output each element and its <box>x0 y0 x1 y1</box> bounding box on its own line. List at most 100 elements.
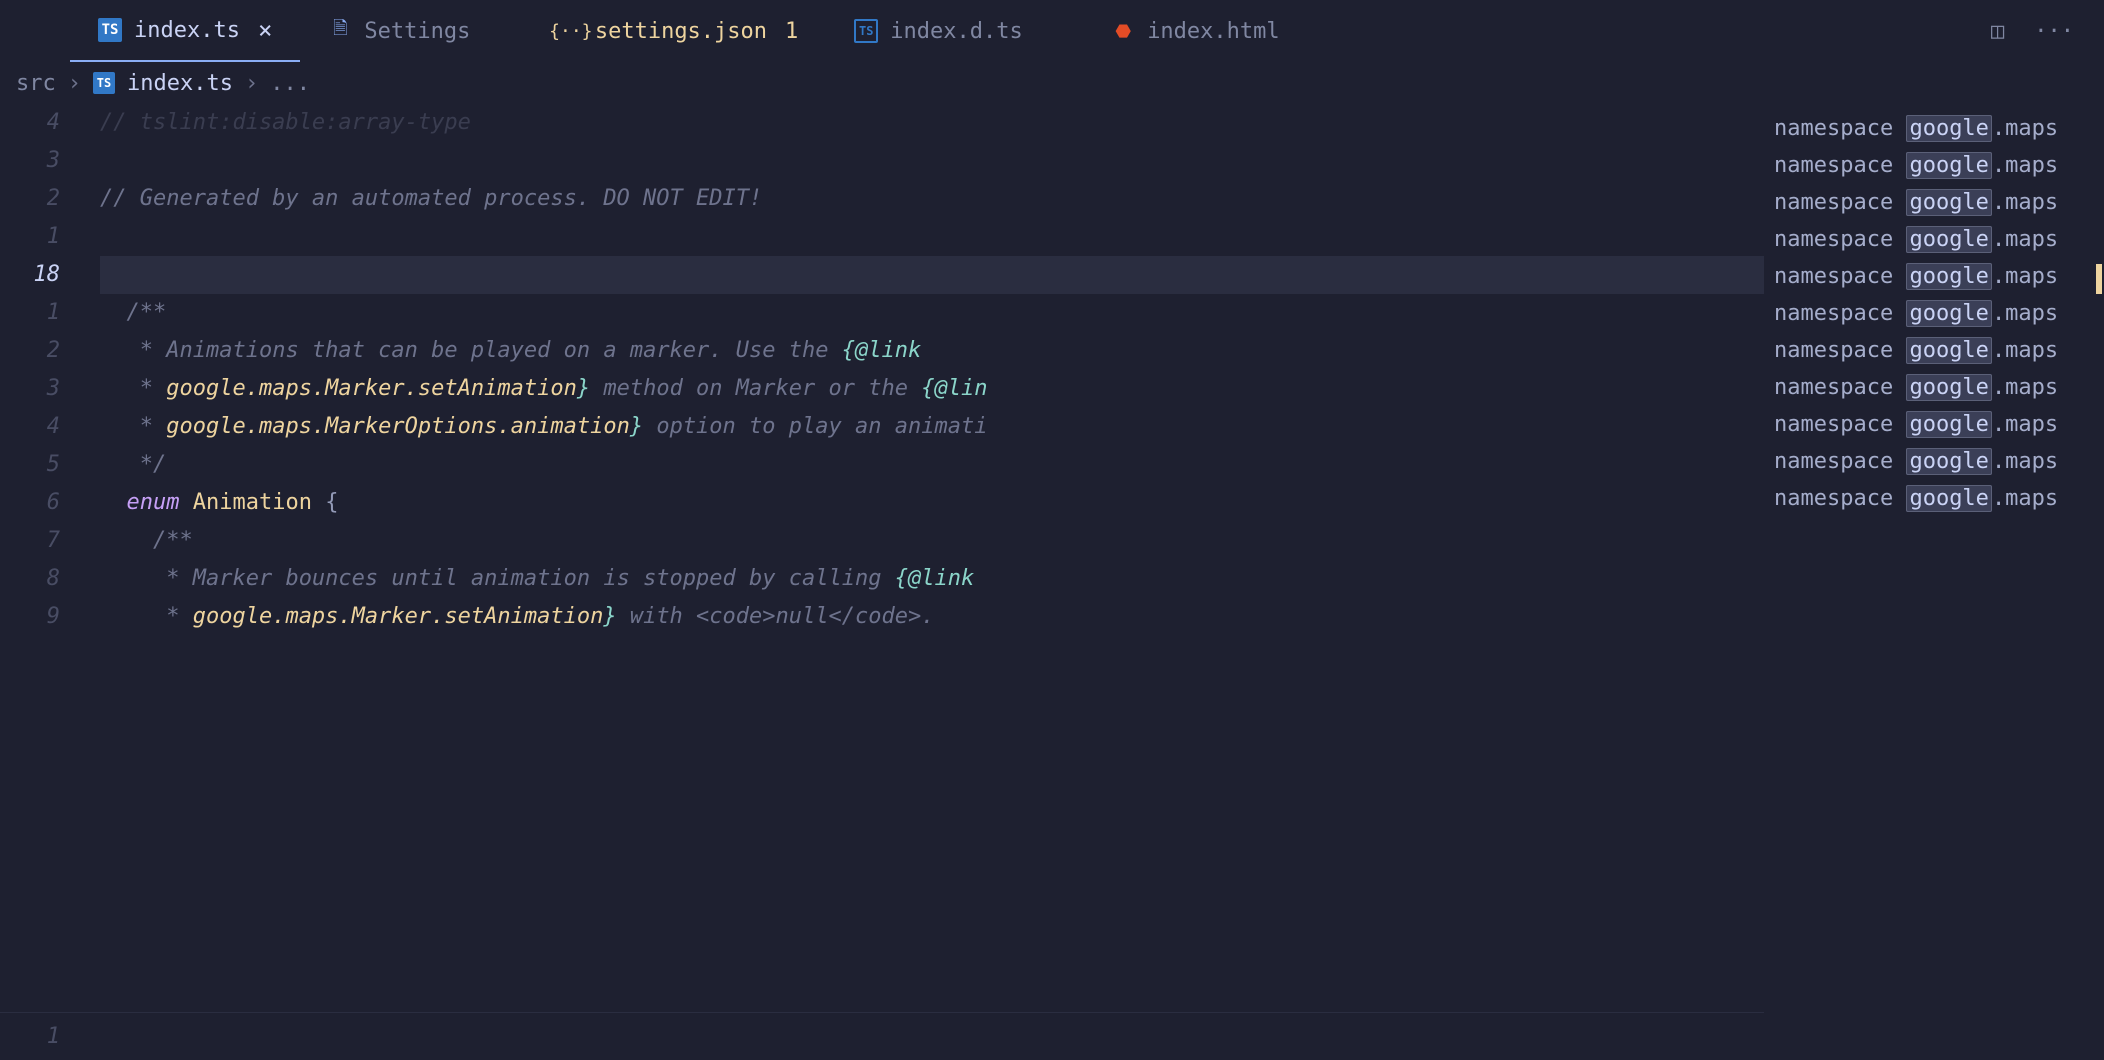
typescript-defs-icon: TS <box>854 19 878 43</box>
modified-badge: 1 <box>785 19 798 44</box>
more-actions-icon[interactable]: ··· <box>2034 19 2074 44</box>
reference-result[interactable]: namespace google.maps <box>1764 295 2104 332</box>
doc-text: with <code>null</code>. <box>617 604 935 629</box>
ref-pre: namespace <box>1774 153 1906 178</box>
reference-result[interactable]: namespace google.maps <box>1764 443 2104 480</box>
doc-star: * <box>127 376 154 401</box>
jsdoc-link: {@lin <box>908 376 987 401</box>
code-line[interactable]: 9 * google.maps.Marker.setAnimation} wit… <box>0 598 1764 636</box>
doc-text: Animations that can be played on a marke… <box>153 338 829 363</box>
ref-post: .maps <box>1992 449 2058 474</box>
json-icon: {··} <box>559 19 583 43</box>
ref-match: google <box>1906 448 1991 475</box>
code-line[interactable]: 4 // tslint:disable:array-type <box>0 104 1764 142</box>
jsdoc-close: } <box>630 414 643 439</box>
doc-ref: google.maps.Marker.setAnimation <box>153 376 577 401</box>
file-icon: 🗎 <box>328 19 352 43</box>
reference-result[interactable]: namespace google.maps <box>1764 406 2104 443</box>
doc-open: /** <box>127 300 167 325</box>
html5-icon: ⬣ <box>1111 19 1135 43</box>
reference-result[interactable]: namespace google.maps <box>1764 221 2104 258</box>
chevron-right-icon: › <box>68 71 81 96</box>
split-editor-icon[interactable]: ◫ <box>1991 19 2004 44</box>
typescript-icon: TS <box>98 18 122 42</box>
doc-open: /** <box>153 528 193 553</box>
ref-pre: namespace <box>1774 227 1906 252</box>
reference-result[interactable]: namespace google.maps <box>1764 147 2104 184</box>
code-line[interactable]: 7 /** <box>0 522 1764 560</box>
tab-index-html[interactable]: ⬣ index.html × <box>1083 0 1340 62</box>
reference-result[interactable]: namespace google.maps <box>1764 258 2104 295</box>
reference-result[interactable]: namespace google.maps <box>1764 369 2104 406</box>
ref-match: google <box>1906 226 1991 253</box>
code-line[interactable]: 2 * Animations that can be played on a m… <box>0 332 1764 370</box>
line-number: 1 <box>0 294 100 332</box>
ref-match: google <box>1906 374 1991 401</box>
reference-result[interactable]: namespace google.maps <box>1764 480 2104 517</box>
reference-result[interactable]: namespace google.maps <box>1764 110 2104 147</box>
line-number: 4 <box>0 408 100 446</box>
code-line[interactable]: 8 * Marker bounces until animation is st… <box>0 560 1764 598</box>
code-line[interactable]: 5 */ <box>0 446 1764 484</box>
chevron-right-icon: › <box>245 71 258 96</box>
code-line[interactable]: 4 * google.maps.MarkerOptions.animation}… <box>0 408 1764 446</box>
editor-workspace: 4 // tslint:disable:array-type 3 2 // Ge… <box>0 104 2104 1060</box>
ref-pre: namespace <box>1774 338 1906 363</box>
doc-star: * <box>153 604 180 629</box>
tab-label: settings.json <box>595 19 767 44</box>
tab-settings[interactable]: 🗎 Settings × <box>300 0 530 62</box>
reference-result[interactable]: namespace google.maps <box>1764 332 2104 369</box>
doc-text: option to play an animati <box>643 414 987 439</box>
breadcrumb[interactable]: src › TS index.ts › ... <box>0 62 2104 104</box>
tab-bar: TS index.ts × 🗎 Settings × {··} settings… <box>0 0 2104 62</box>
tab-index-d-ts[interactable]: TS index.d.ts × <box>826 0 1083 62</box>
line-number: 1 <box>0 218 100 256</box>
ref-post: .maps <box>1992 264 2058 289</box>
code-line[interactable]: 1 /** <box>0 294 1764 332</box>
doc-star: * <box>127 338 154 363</box>
comment-text: // tslint:disable:array-type <box>100 110 471 135</box>
ref-post: .maps <box>1992 190 2058 215</box>
ref-pre: namespace <box>1774 190 1906 215</box>
ref-post: .maps <box>1992 301 2058 326</box>
tab-settings-json[interactable]: {··} settings.json 1 <box>531 0 826 62</box>
ref-post: .maps <box>1992 153 2058 178</box>
tab-label: index.d.ts <box>890 19 1022 44</box>
tab-label: index.ts <box>134 18 240 43</box>
code-line[interactable]: 1 <box>0 218 1764 256</box>
code-editor[interactable]: 4 // tslint:disable:array-type 3 2 // Ge… <box>0 104 1764 1060</box>
ref-match: google <box>1906 152 1991 179</box>
line-number: 6 <box>0 484 100 522</box>
line-number: 5 <box>0 446 100 484</box>
breadcrumb-segment[interactable]: src <box>16 71 56 96</box>
reference-result[interactable]: namespace google.maps <box>1764 184 2104 221</box>
jsdoc-close: } <box>577 376 590 401</box>
breadcrumb-segment[interactable]: index.ts <box>127 71 233 96</box>
doc-ref: google.maps.MarkerOptions.animation <box>153 414 630 439</box>
tab-label: Settings <box>364 19 470 44</box>
ref-post: .maps <box>1992 412 2058 437</box>
line-number: 8 <box>0 560 100 598</box>
code-line[interactable]: 1 <box>0 1012 1764 1060</box>
ref-pre: namespace <box>1774 116 1906 141</box>
doc-star: * <box>153 566 180 591</box>
breadcrumb-segment[interactable]: ... <box>270 71 310 96</box>
line-number: 2 <box>0 180 100 218</box>
code-line[interactable]: 2 // Generated by an automated process. … <box>0 180 1764 218</box>
jsdoc-close: } <box>603 604 616 629</box>
ref-pre: namespace <box>1774 449 1906 474</box>
close-icon[interactable]: × <box>258 18 272 42</box>
line-number: 3 <box>0 370 100 408</box>
typescript-icon: TS <box>93 72 115 94</box>
code-line[interactable]: 3 <box>0 142 1764 180</box>
doc-end: */ <box>127 452 167 477</box>
comment-text: // Generated by an automated process. DO… <box>100 186 762 211</box>
code-line[interactable]: 3 * google.maps.Marker.setAnimation} met… <box>0 370 1764 408</box>
tab-index-ts[interactable]: TS index.ts × <box>70 0 300 62</box>
ref-pre: namespace <box>1774 486 1906 511</box>
code-line[interactable]: 6 enum Animation { <box>0 484 1764 522</box>
jsdoc-link: {@link <box>881 566 974 591</box>
references-panel[interactable]: namespace google.mapsnamespace google.ma… <box>1764 104 2104 1060</box>
ref-match: google <box>1906 337 1991 364</box>
code-line-current[interactable]: 18 declare namespace google.maps { <box>0 256 1764 294</box>
